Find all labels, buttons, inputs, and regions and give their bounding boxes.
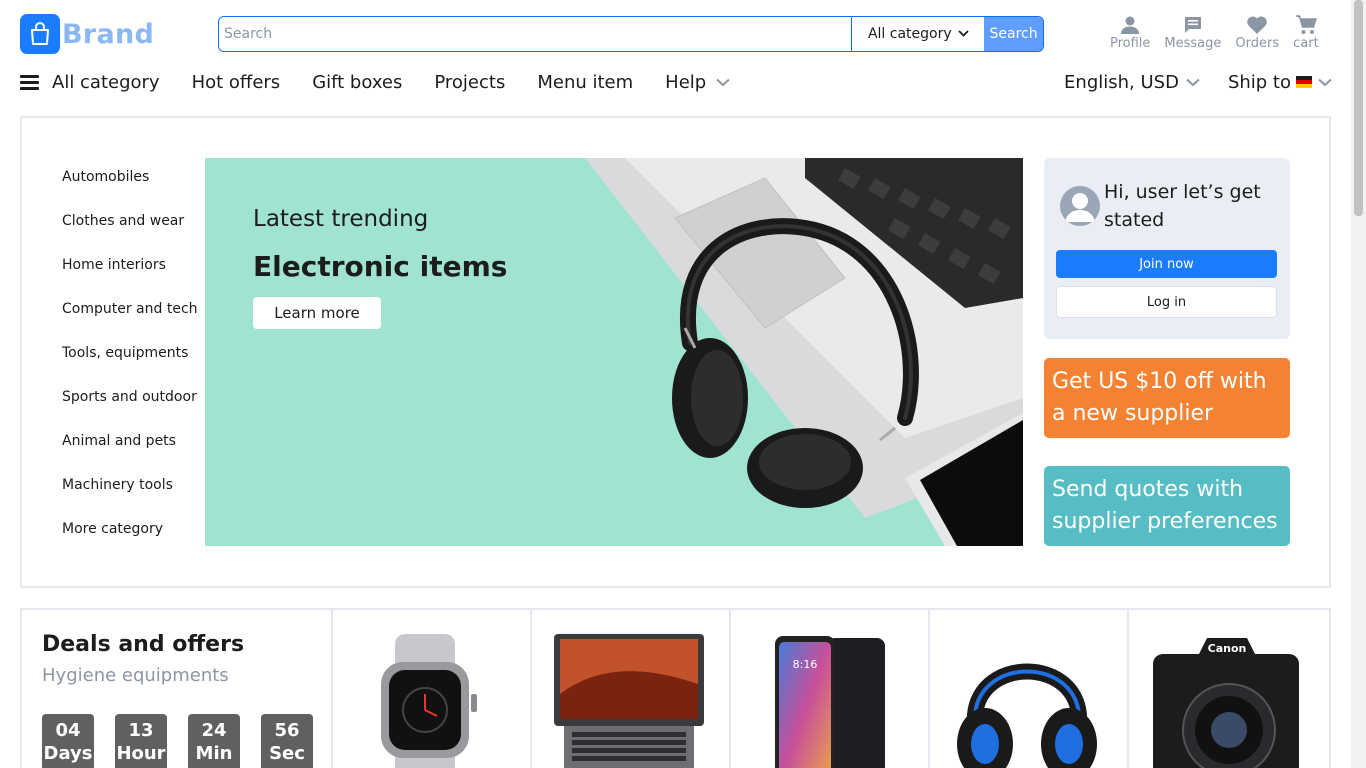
search-button[interactable]: Search <box>984 17 1043 51</box>
deals-subtitle: Hygiene equipments <box>42 665 229 686</box>
timer-hours: 13 Hour <box>115 714 167 768</box>
cart-label: cart <box>1293 36 1319 51</box>
promo-supplier-discount[interactable]: Get US $10 off with a new supplier <box>1044 358 1290 438</box>
log-in-button[interactable]: Log in <box>1056 286 1277 318</box>
language-label: English, USD <box>1064 71 1179 93</box>
learn-more-button[interactable]: Learn more <box>253 297 381 329</box>
svg-text:Canon: Canon <box>1208 642 1247 655</box>
header: Brand All category Search Profile Messag… <box>0 0 1352 62</box>
orders-label: Orders <box>1235 36 1280 51</box>
category-item-computer-tech[interactable]: Computer and tech <box>62 290 212 334</box>
laptop-image <box>552 634 706 768</box>
ship-to-select[interactable]: Ship to <box>1228 72 1332 93</box>
category-item-machinery[interactable]: Machinery tools <box>62 466 212 510</box>
scrollbar-thumb[interactable] <box>1354 0 1363 216</box>
main-nav: All category Hot offers Gift boxes Proje… <box>20 62 1332 102</box>
message-icon <box>1183 13 1203 35</box>
chevron-down-icon <box>1318 78 1332 86</box>
language-currency-select[interactable]: English, USD <box>1064 72 1200 93</box>
nav-menu-item[interactable]: Menu item <box>537 72 633 93</box>
message-button[interactable]: Message <box>1164 13 1221 51</box>
chevron-down-icon <box>716 78 730 86</box>
chevron-down-icon <box>1186 78 1200 86</box>
page-scrollbar[interactable] <box>1351 0 1366 768</box>
deal-product-card[interactable] <box>333 610 532 768</box>
nav-help-label: Help <box>665 71 707 93</box>
timer-minutes: 24 Min <box>188 714 240 768</box>
smartwatch-image <box>353 634 507 768</box>
search-category-select[interactable]: All category <box>851 17 985 51</box>
search-category-label: All category <box>867 26 952 42</box>
brand-name: Brand <box>62 18 155 50</box>
hero-banner: Latest trending Electronic items Learn m… <box>205 158 1023 546</box>
deal-product-card[interactable]: Canon <box>1129 610 1328 768</box>
shopping-bag-icon <box>20 14 60 54</box>
deals-title: Deals and offers <box>42 632 245 657</box>
banner-title: Electronic items <box>253 250 508 283</box>
user-greeting: Hi, user let’s get stated <box>1104 181 1261 231</box>
category-item-animals[interactable]: Animal and pets <box>62 422 212 466</box>
timer-seconds: 56 Sec <box>261 714 313 768</box>
cart-icon <box>1295 13 1317 35</box>
category-item-automobiles[interactable]: Automobiles <box>62 158 212 202</box>
category-item-home-interiors[interactable]: Home interiors <box>62 246 212 290</box>
chevron-down-icon <box>958 30 969 37</box>
hamburger-menu-icon[interactable] <box>20 73 39 91</box>
deals-info: Deals and offers Hygiene equipments 04 Da… <box>22 610 333 768</box>
join-now-button[interactable]: Join now <box>1056 250 1277 278</box>
hero-section: Automobiles Clothes and wear Home interi… <box>20 116 1331 588</box>
timer-days: 04 Days <box>42 714 94 768</box>
profile-label: Profile <box>1110 36 1151 51</box>
smartphone-image: 8:16 <box>751 634 905 768</box>
countdown-timer: 04 Days 13 Hour 24 Min 56 Sec <box>42 714 334 768</box>
person-icon <box>1120 13 1140 35</box>
nav-right: English, USD Ship to <box>1036 62 1332 102</box>
category-item-more[interactable]: More category <box>62 510 212 554</box>
search-bar: All category Search <box>218 16 1044 52</box>
profile-button[interactable]: Profile <box>1110 13 1150 51</box>
deal-product-card[interactable] <box>532 610 731 768</box>
deal-product-card[interactable] <box>930 610 1129 768</box>
message-label: Message <box>1164 36 1222 51</box>
avatar-icon <box>1060 186 1100 226</box>
nav-help-dropdown[interactable]: Help <box>665 72 730 93</box>
category-item-clothes[interactable]: Clothes and wear <box>62 202 212 246</box>
camera-image: Canon <box>1149 634 1303 768</box>
promo-send-quotes[interactable]: Send quotes with supplier preferences <box>1044 466 1290 546</box>
log-in-label: Log in <box>1146 294 1187 310</box>
deal-product-card[interactable]: 8:16 <box>731 610 930 768</box>
category-item-sports[interactable]: Sports and outdoor <box>62 378 212 422</box>
nav-hot-offers[interactable]: Hot offers <box>192 72 281 93</box>
heart-icon <box>1246 13 1268 35</box>
svg-text:8:16: 8:16 <box>793 658 818 671</box>
category-item-tools[interactable]: Tools, equipments <box>62 334 212 378</box>
deals-section: Deals and offers Hygiene equipments 04 Da… <box>20 608 1331 768</box>
nav-gift-boxes[interactable]: Gift boxes <box>312 72 402 93</box>
germany-flag-icon <box>1296 76 1312 88</box>
ship-to-label: Ship to <box>1227 71 1291 93</box>
nav-all-category[interactable]: All category <box>52 72 160 93</box>
banner-subtitle: Latest trending <box>253 206 429 232</box>
brand-logo[interactable]: Brand <box>20 14 154 54</box>
category-list: Automobiles Clothes and wear Home interi… <box>62 158 212 554</box>
cart-button[interactable]: cart <box>1293 13 1319 51</box>
orders-button[interactable]: Orders <box>1235 13 1279 51</box>
gaming-headset-image <box>950 634 1104 768</box>
search-input[interactable] <box>219 17 852 51</box>
header-actions: Profile Message Orders cart <box>1110 13 1319 51</box>
nav-projects[interactable]: Projects <box>434 72 505 93</box>
user-welcome-card: Hi, user let’s get stated Join now Log i… <box>1044 158 1290 339</box>
